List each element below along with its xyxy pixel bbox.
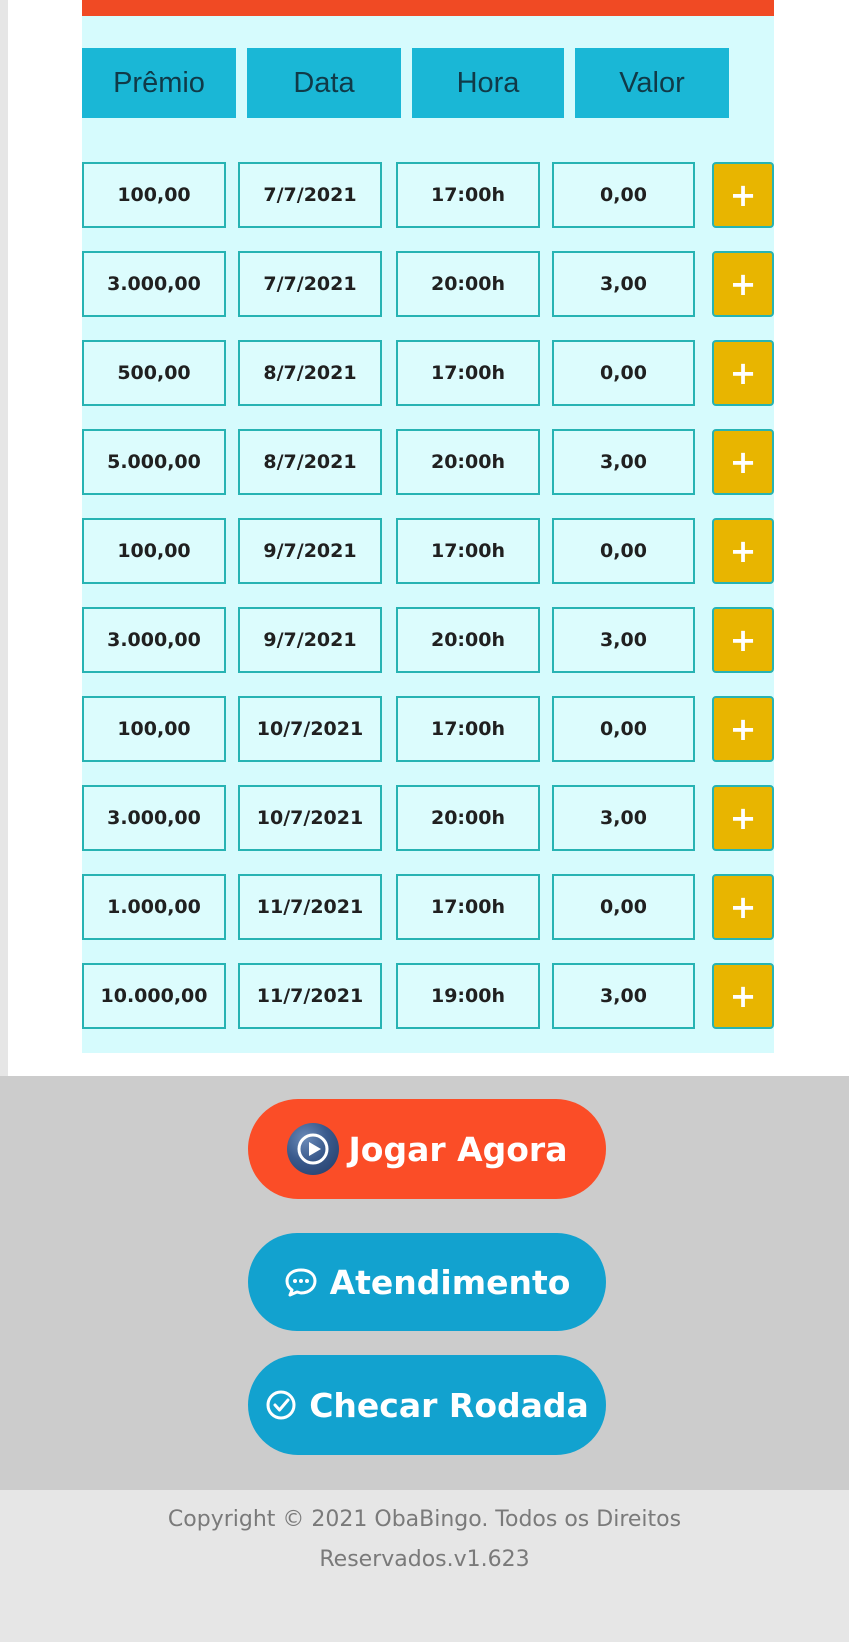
play-now-button[interactable]: Jogar Agora <box>248 1099 606 1199</box>
header-valor: Valor <box>575 48 729 118</box>
valor-cell: 3,00 <box>552 963 695 1029</box>
add-button[interactable]: + <box>712 251 774 317</box>
valor-cell: 0,00 <box>552 518 695 584</box>
add-button[interactable]: + <box>712 963 774 1029</box>
premio-cell: 3.000,00 <box>82 251 226 317</box>
data-cell: 9/7/2021 <box>238 607 382 673</box>
header-data: Data <box>247 48 401 118</box>
data-cell: 11/7/2021 <box>238 963 382 1029</box>
left-edge <box>0 0 8 1076</box>
add-button[interactable]: + <box>712 518 774 584</box>
premio-cell: 3.000,00 <box>82 785 226 851</box>
data-cell: 7/7/2021 <box>238 251 382 317</box>
hora-cell: 17:00h <box>396 162 540 228</box>
plus-icon: + <box>729 888 757 926</box>
footer-line-2: Reservados.v1.623 <box>319 1547 530 1572</box>
top-accent-bar <box>82 0 774 16</box>
plus-icon: + <box>729 265 757 303</box>
data-cell: 7/7/2021 <box>238 162 382 228</box>
table-row: 500,00 8/7/2021 17:00h 0,00 + <box>82 340 774 406</box>
play-now-label: Jogar Agora <box>348 1129 568 1169</box>
plus-icon: + <box>729 532 757 570</box>
table-row: 3.000,00 10/7/2021 20:00h 3,00 + <box>82 785 774 851</box>
add-button[interactable]: + <box>712 785 774 851</box>
premio-cell: 10.000,00 <box>82 963 226 1029</box>
chat-bubble-icon <box>284 1267 318 1297</box>
table-row: 1.000,00 11/7/2021 17:00h 0,00 + <box>82 874 774 940</box>
hora-cell: 20:00h <box>396 251 540 317</box>
add-button[interactable]: + <box>712 340 774 406</box>
table-row: 5.000,00 8/7/2021 20:00h 3,00 + <box>82 429 774 495</box>
data-cell: 8/7/2021 <box>238 429 382 495</box>
valor-cell: 3,00 <box>552 785 695 851</box>
header-premio: Prêmio <box>82 48 236 118</box>
premio-cell: 100,00 <box>82 162 226 228</box>
valor-cell: 0,00 <box>552 340 695 406</box>
add-button[interactable]: + <box>712 607 774 673</box>
hora-cell: 20:00h <box>396 607 540 673</box>
hora-cell: 17:00h <box>396 874 540 940</box>
plus-icon: + <box>729 176 757 214</box>
table-row: 3.000,00 9/7/2021 20:00h 3,00 + <box>82 607 774 673</box>
valor-cell: 0,00 <box>552 696 695 762</box>
table-row: 10.000,00 11/7/2021 19:00h 3,00 + <box>82 963 774 1029</box>
hora-cell: 17:00h <box>396 696 540 762</box>
check-round-label: Checar Rodada <box>309 1385 589 1425</box>
table-row: 100,00 7/7/2021 17:00h 0,00 + <box>82 162 774 228</box>
valor-cell: 3,00 <box>552 251 695 317</box>
hora-cell: 17:00h <box>396 340 540 406</box>
plus-icon: + <box>729 977 757 1015</box>
add-button[interactable]: + <box>712 429 774 495</box>
valor-cell: 3,00 <box>552 607 695 673</box>
data-cell: 10/7/2021 <box>238 785 382 851</box>
table-row: 3.000,00 7/7/2021 20:00h 3,00 + <box>82 251 774 317</box>
valor-cell: 0,00 <box>552 874 695 940</box>
hora-cell: 19:00h <box>396 963 540 1029</box>
plus-icon: + <box>729 354 757 392</box>
premio-cell: 100,00 <box>82 696 226 762</box>
data-cell: 11/7/2021 <box>238 874 382 940</box>
add-button[interactable]: + <box>712 696 774 762</box>
support-label: Atendimento <box>329 1262 571 1302</box>
footer-copyright: Copyright © 2021 ObaBingo. Todos os Dire… <box>120 1500 729 1580</box>
data-cell: 9/7/2021 <box>238 518 382 584</box>
plus-icon: + <box>729 443 757 481</box>
check-circle-icon <box>265 1389 297 1421</box>
table-row: 100,00 9/7/2021 17:00h 0,00 + <box>82 518 774 584</box>
premio-cell: 1.000,00 <box>82 874 226 940</box>
header-hora: Hora <box>412 48 564 118</box>
table-row: 100,00 10/7/2021 17:00h 0,00 + <box>82 696 774 762</box>
plus-icon: + <box>729 799 757 837</box>
hora-cell: 17:00h <box>396 518 540 584</box>
plus-icon: + <box>729 621 757 659</box>
add-button[interactable]: + <box>712 162 774 228</box>
add-button[interactable]: + <box>712 874 774 940</box>
data-cell: 8/7/2021 <box>238 340 382 406</box>
play-circle-icon <box>286 1123 339 1175</box>
data-cell: 10/7/2021 <box>238 696 382 762</box>
footer-line-1: Copyright © 2021 ObaBingo. Todos os Dire… <box>167 1507 682 1532</box>
hora-cell: 20:00h <box>396 429 540 495</box>
support-button[interactable]: Atendimento <box>248 1233 606 1331</box>
valor-cell: 0,00 <box>552 162 695 228</box>
check-round-button[interactable]: Checar Rodada <box>248 1355 606 1455</box>
plus-icon: + <box>729 710 757 748</box>
premio-cell: 3.000,00 <box>82 607 226 673</box>
premio-cell: 500,00 <box>82 340 226 406</box>
hora-cell: 20:00h <box>396 785 540 851</box>
valor-cell: 3,00 <box>552 429 695 495</box>
premio-cell: 5.000,00 <box>82 429 226 495</box>
premio-cell: 100,00 <box>82 518 226 584</box>
